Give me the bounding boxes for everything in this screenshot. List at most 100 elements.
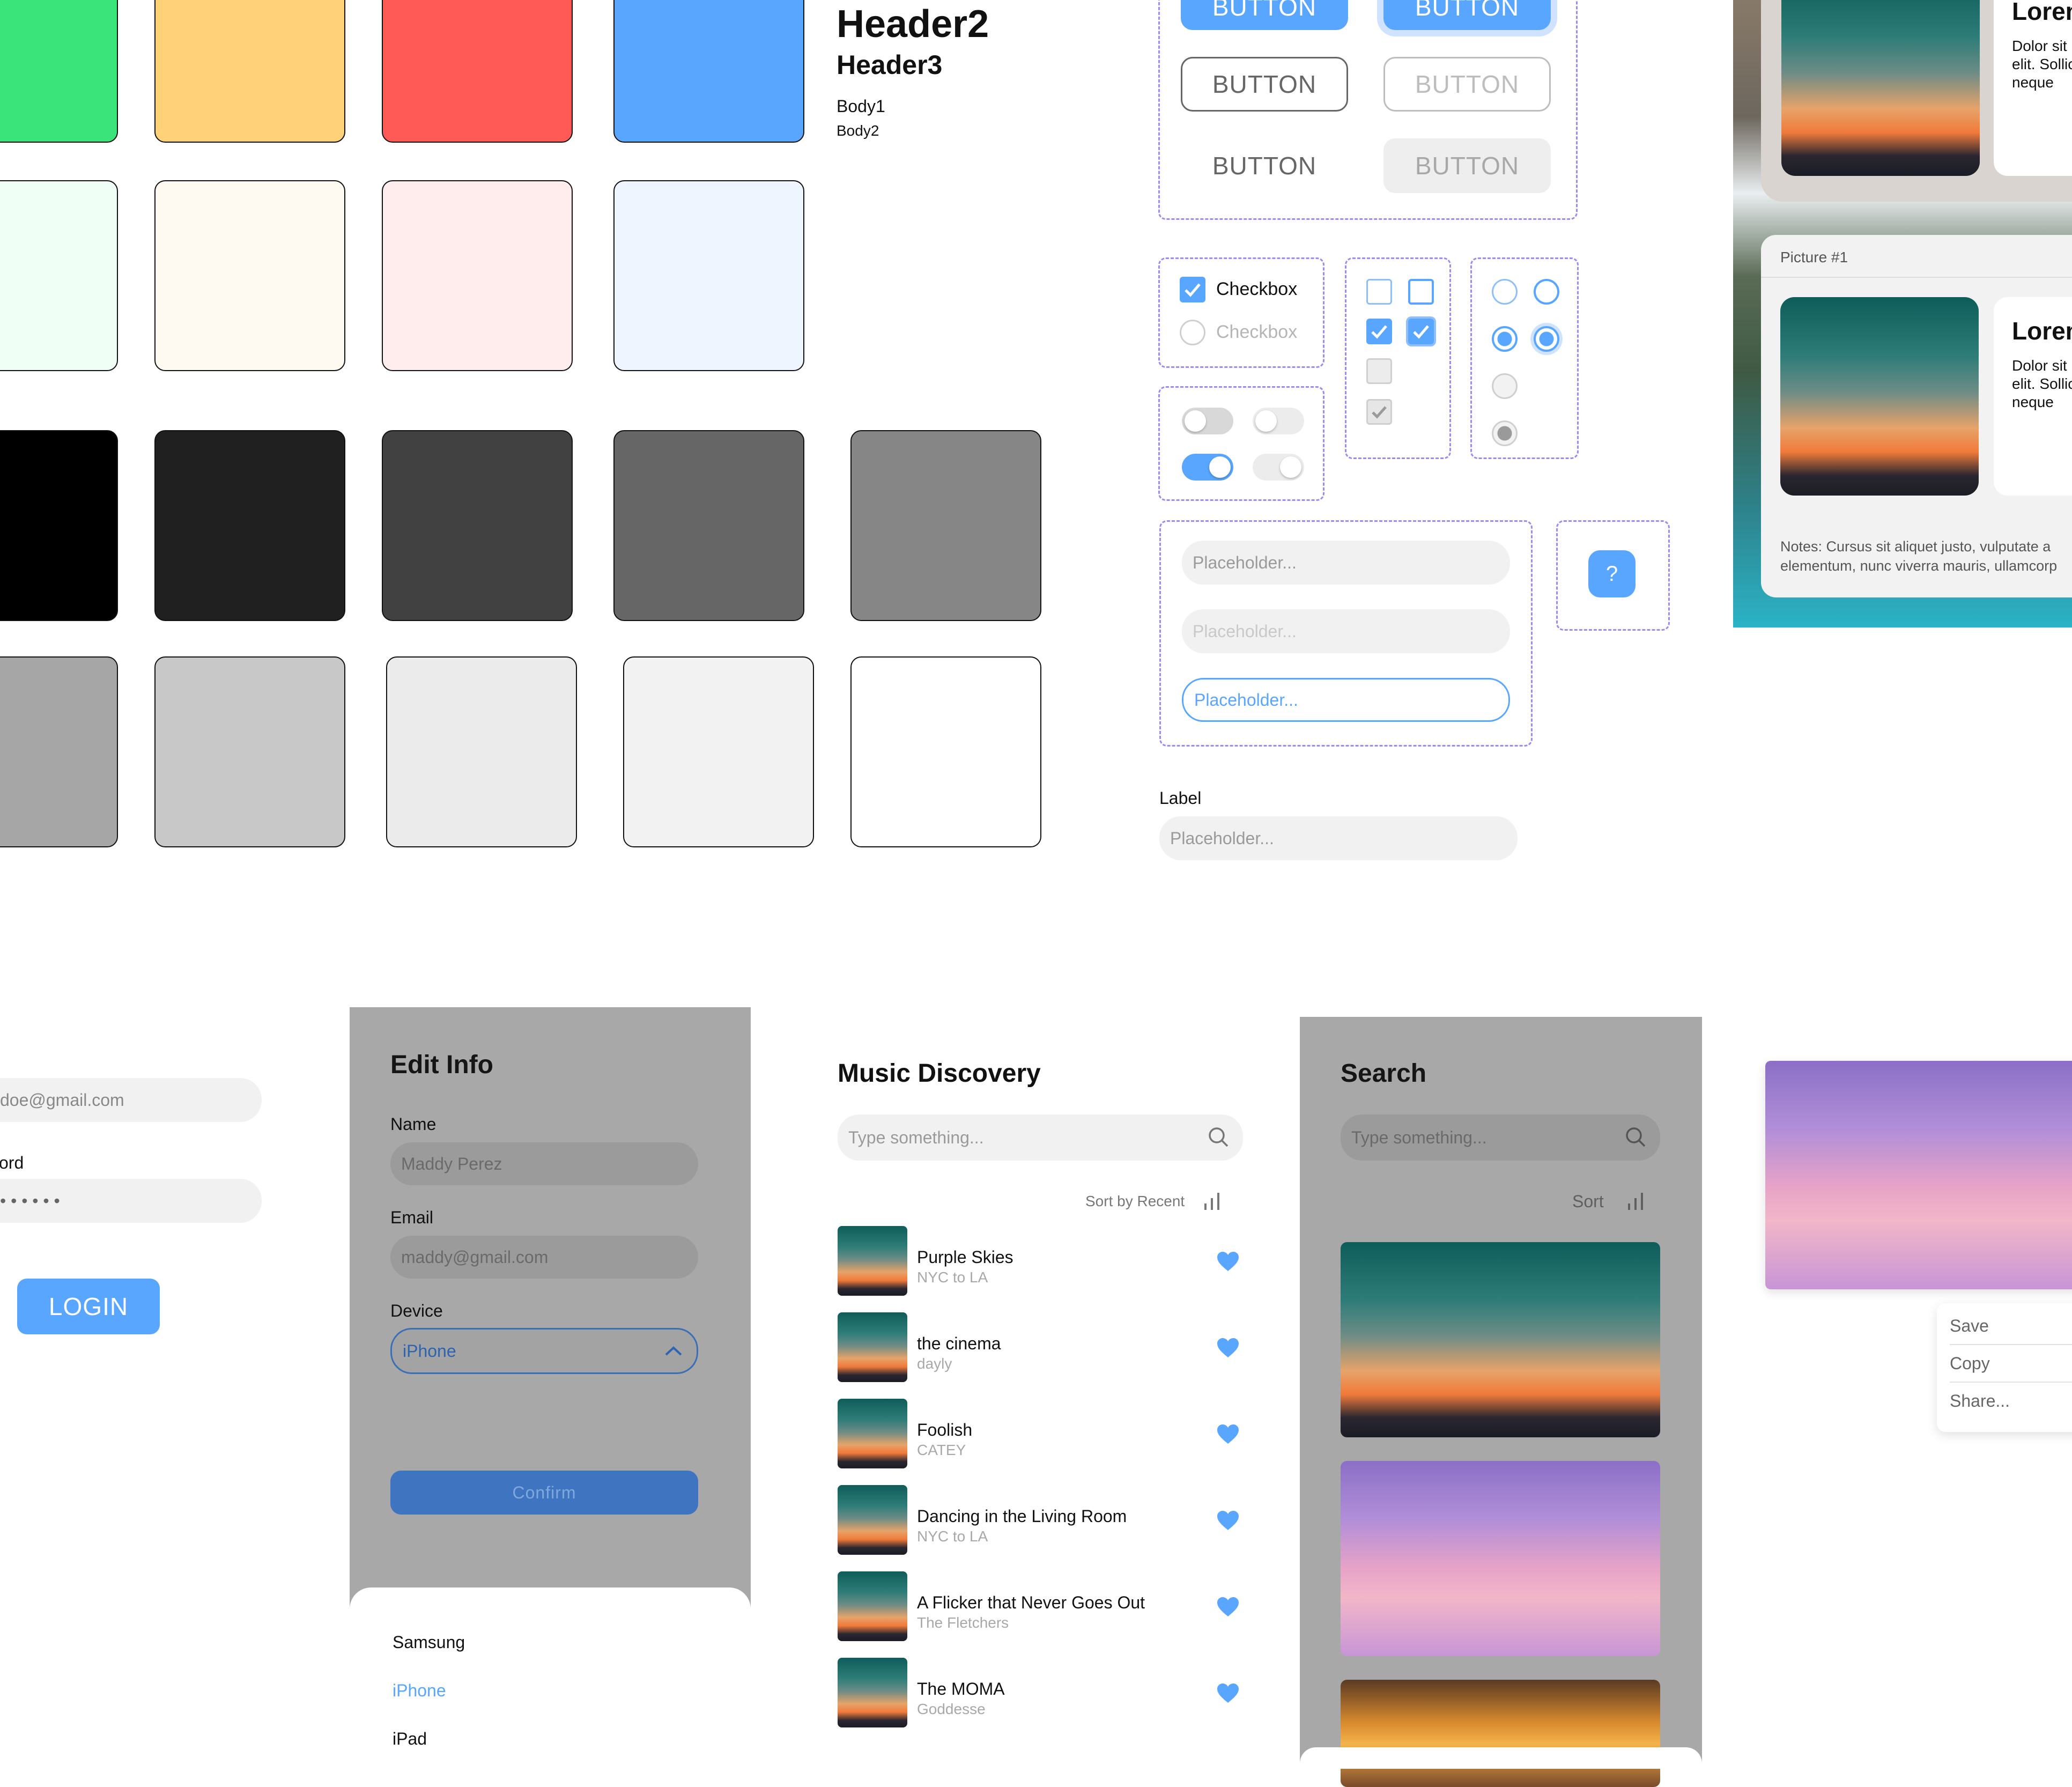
music-search-input[interactable]: Type something...	[838, 1114, 1243, 1161]
outline-button-disabled[interactable]: BUTTON	[1383, 57, 1551, 112]
heart-icon[interactable]	[1216, 1423, 1240, 1445]
checkbox-empty-hover[interactable]	[1408, 279, 1434, 305]
input-default[interactable]: Placeholder...	[1182, 541, 1510, 585]
song-row[interactable]: Foolish CATEY	[838, 1399, 1245, 1468]
text-button-disabled[interactable]: BUTTON	[1383, 138, 1551, 193]
confirm-button[interactable]: Confirm	[390, 1471, 698, 1515]
context-image[interactable]	[1765, 1061, 2072, 1289]
radio-disabled-selected[interactable]	[1492, 420, 1518, 446]
toggle-on-disabled[interactable]	[1253, 454, 1304, 481]
card-1-title: Lorem	[2012, 0, 2072, 25]
checkbox-label: Checkbox	[1216, 279, 1298, 299]
checkbox-disabled-checked[interactable]	[1366, 399, 1392, 425]
device-option-ipad[interactable]: iPad	[393, 1729, 427, 1749]
search-screen-input[interactable]: Type something...	[1341, 1114, 1660, 1161]
checkmark-icon	[1371, 325, 1387, 339]
swatch-gray-7	[386, 656, 577, 847]
radio-selected[interactable]	[1492, 326, 1518, 352]
checkbox-disabled-empty[interactable]	[1366, 358, 1392, 384]
search-icon[interactable]	[1625, 1126, 1646, 1148]
sort-icon[interactable]	[1626, 1191, 1647, 1212]
song-row[interactable]: A Flicker that Never Goes Out The Fletche…	[838, 1571, 1245, 1641]
email-input[interactable]: maddy@gmail.com	[390, 1236, 698, 1279]
heart-icon[interactable]	[1216, 1510, 1240, 1531]
login-password-input[interactable]: • • • • • •	[0, 1179, 262, 1223]
radio-empty-hover[interactable]	[1534, 279, 1559, 305]
radio-grid	[1470, 257, 1579, 459]
music-title: Music Discovery	[838, 1059, 1041, 1088]
heart-icon[interactable]	[1216, 1596, 1240, 1618]
help-button[interactable]: ?	[1588, 550, 1636, 597]
primary-button-focused[interactable]: BUTTON	[1383, 0, 1551, 30]
checkbox-checked-blue[interactable]	[1366, 319, 1392, 344]
login-email-input[interactable]: doe@gmail.com	[0, 1078, 262, 1122]
song-title: A Flicker that Never Goes Out	[917, 1593, 1145, 1612]
checkbox-grid	[1345, 257, 1451, 459]
card-1-body-3: neque	[2012, 74, 2054, 91]
song-artist: dayly	[917, 1355, 952, 1372]
search-result-image[interactable]	[1341, 1680, 1660, 1787]
input-label: Label	[1159, 788, 1202, 808]
checkbox-checked-focus[interactable]	[1408, 319, 1434, 344]
heart-icon[interactable]	[1216, 1251, 1240, 1272]
radio-empty[interactable]	[1492, 279, 1518, 305]
swatch-yellow	[154, 0, 345, 143]
swatch-gray-9	[850, 656, 1041, 847]
song-title: the cinema	[917, 1334, 1001, 1353]
name-input[interactable]: Maddy Perez	[390, 1142, 698, 1185]
context-menu-save[interactable]: Save	[1950, 1316, 1989, 1336]
input-focused[interactable]: Placeholder...	[1182, 678, 1510, 722]
card-2-notes-2: elementum, nunc viverra mauris, ullamcor…	[1780, 558, 2058, 574]
heart-icon[interactable]	[1216, 1682, 1240, 1704]
sort-icon[interactable]	[1202, 1191, 1224, 1212]
swatch-gray-2	[382, 430, 573, 621]
search-result-image[interactable]	[1341, 1242, 1660, 1437]
search-result-image[interactable]	[1341, 1461, 1660, 1656]
login-button[interactable]: LOGIN	[17, 1279, 160, 1334]
search-icon[interactable]	[1208, 1126, 1229, 1148]
song-row[interactable]: Dancing in the Living Room NYC to LA	[838, 1485, 1245, 1555]
album-art	[838, 1399, 907, 1468]
card-2-body-1: Dolor sit	[2012, 357, 2067, 374]
checkbox-empty[interactable]	[1366, 279, 1392, 305]
swatch-gray-8	[623, 656, 814, 847]
radio-disabled[interactable]	[1492, 373, 1518, 399]
checkbox-checked[interactable]	[1180, 277, 1205, 302]
device-option-samsung[interactable]: Samsung	[393, 1633, 465, 1652]
search-bottom-sheet	[1300, 1747, 1702, 1769]
song-row[interactable]: Purple Skies NYC to LA	[838, 1226, 1245, 1296]
typography-body1: Body1	[837, 97, 885, 116]
device-label: Device	[390, 1301, 443, 1320]
song-artist: NYC to LA	[917, 1269, 988, 1286]
heart-icon[interactable]	[1216, 1337, 1240, 1358]
card-1-body-1: Dolor sit	[2012, 38, 2067, 54]
music-sort-label[interactable]: Sort by Recent	[1085, 1193, 1185, 1210]
typography-header3: Header3	[837, 50, 943, 80]
swatch-light-red	[382, 180, 573, 371]
toggle-on[interactable]	[1182, 454, 1233, 481]
context-menu-share[interactable]: Share...	[1950, 1391, 2010, 1411]
song-row[interactable]: the cinema dayly	[838, 1312, 1245, 1382]
radio-selected-focus[interactable]	[1534, 326, 1559, 352]
swatch-gray-3	[613, 430, 804, 621]
primary-button[interactable]: BUTTON	[1181, 0, 1348, 30]
song-row[interactable]: The MOMA Goddesse	[838, 1658, 1245, 1727]
checkmark-icon	[1185, 283, 1201, 297]
device-select[interactable]: iPhone	[390, 1328, 698, 1374]
card-2-notes-1: Notes: Cursus sit aliquet justo, vulputa…	[1780, 538, 2051, 555]
card-2-body-2: elit. Sollic	[2012, 375, 2072, 392]
swatch-gray-6	[154, 656, 345, 847]
checkbox-disabled[interactable]	[1180, 320, 1205, 345]
input-disabled[interactable]: Placeholder...	[1182, 609, 1510, 653]
outline-button[interactable]: BUTTON	[1181, 57, 1348, 112]
toggle-off[interactable]	[1182, 408, 1233, 434]
toggle-off-disabled[interactable]	[1253, 408, 1304, 434]
context-menu-copy[interactable]: Copy	[1950, 1354, 1990, 1374]
device-option-iphone[interactable]: iPhone	[393, 1681, 446, 1701]
search-sort-label[interactable]: Sort	[1572, 1192, 1604, 1212]
typography-body2: Body2	[837, 122, 879, 139]
labeled-input[interactable]: Placeholder...	[1159, 816, 1518, 860]
song-title: Dancing in the Living Room	[917, 1507, 1127, 1526]
swatch-light-green	[0, 180, 118, 371]
text-button[interactable]: BUTTON	[1181, 138, 1348, 193]
